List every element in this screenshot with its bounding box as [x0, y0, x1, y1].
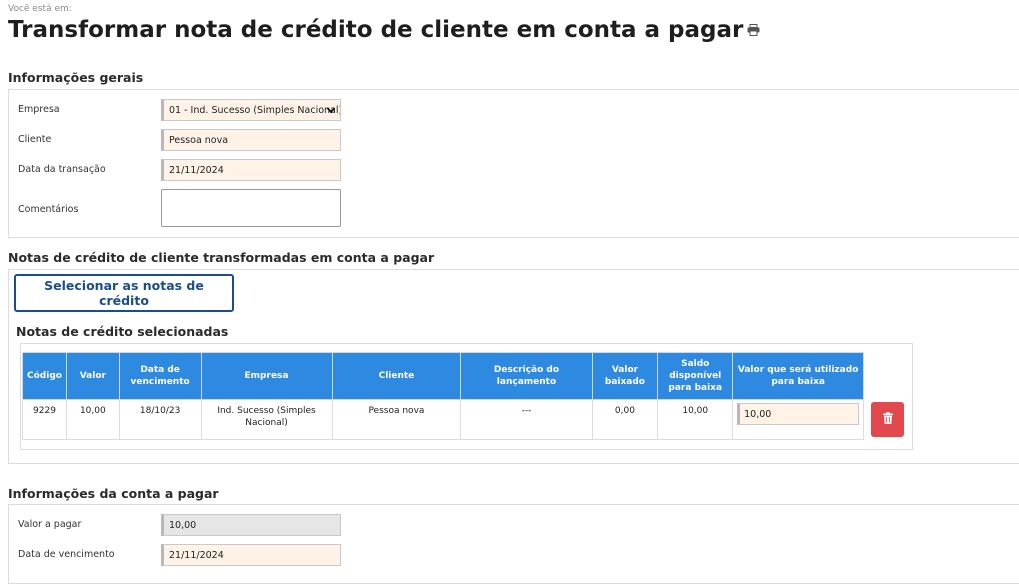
vencimento-label: Data de vencimento — [18, 549, 115, 560]
cell-valor-utilizado: 10,00 — [732, 399, 865, 440]
cliente-label: Cliente — [18, 134, 52, 145]
payable-section-title: Informações da conta a pagar — [8, 486, 219, 501]
vencimento-row: Data de vencimento 21/11/2024 — [18, 544, 1019, 566]
delete-row-button[interactable] — [871, 402, 905, 437]
cell-cliente: Pessoa nova — [331, 399, 462, 440]
col-header-empresa: Empresa — [200, 352, 333, 400]
select-credit-notes-button[interactable]: Selecionar as notas de crédito — [14, 274, 234, 312]
cell-vencimento: 18/10/23 — [118, 399, 202, 440]
general-panel: Empresa 01 - Ind. Sucesso (Simples Nacio… — [8, 89, 1019, 238]
col-header-cliente: Cliente — [331, 352, 462, 400]
cell-empresa: Ind. Sucesso (Simples Nacional) — [200, 399, 333, 440]
col-header-vencimento: Data de vencimento — [118, 352, 202, 400]
col-header-valor-baixado: Valor baixado — [591, 352, 659, 400]
cell-valor: 10,00 — [65, 399, 120, 440]
payable-panel: Valor a pagar 10,00 Data de vencimento 2… — [8, 504, 1019, 584]
empresa-select[interactable]: 01 - Ind. Sucesso (Simples Nacional) — [161, 99, 341, 121]
col-header-valor: Valor — [65, 352, 120, 400]
cliente-input[interactable]: Pessoa nova — [161, 129, 341, 151]
empresa-label: Empresa — [18, 104, 60, 115]
breadcrumb: Você está em: — [8, 4, 72, 14]
data-transacao-label: Data da transação — [18, 164, 106, 175]
valor-pagar-label: Valor a pagar — [18, 519, 82, 530]
cell-codigo: 9229 — [22, 399, 67, 440]
col-header-actions — [863, 352, 912, 400]
data-transacao-row: Data da transação 21/11/2024 — [18, 159, 1019, 181]
valor-pagar-row: Valor a pagar 10,00 — [18, 514, 1019, 536]
notes-panel: Selecionar as notas de crédito Notas de … — [8, 269, 1019, 464]
col-header-valor-utilizado: Valor que será utilizado para baixa — [732, 352, 865, 400]
selected-notes-title: Notas de crédito selecionadas — [16, 324, 229, 339]
trash-icon — [882, 411, 893, 428]
selected-notes-table: Código Valor Data de vencimento Empresa … — [22, 352, 912, 440]
comentarios-label: Comentários — [18, 204, 79, 215]
empresa-select-value: 01 - Ind. Sucesso (Simples Nacional) — [169, 105, 341, 116]
vencimento-input[interactable]: 21/11/2024 — [161, 544, 341, 566]
chevron-down-icon — [326, 105, 336, 118]
col-header-codigo: Código — [22, 352, 67, 400]
valor-utilizado-input[interactable]: 10,00 — [737, 403, 860, 425]
cell-valor-baixado: 0,00 — [591, 399, 659, 440]
empresa-row: Empresa 01 - Ind. Sucesso (Simples Nacio… — [18, 99, 1019, 121]
notes-section-title: Notas de crédito de cliente transformada… — [8, 250, 435, 265]
col-header-saldo: Saldo disponível para baixa — [657, 352, 734, 400]
page-title: Transformar nota de crédito de cliente e… — [8, 17, 760, 44]
cell-actions — [864, 400, 912, 440]
table-header-row: Código Valor Data de vencimento Empresa … — [22, 352, 912, 400]
col-header-descricao: Descrição do lançamento — [460, 352, 593, 400]
cliente-row: Cliente Pessoa nova — [18, 129, 1019, 151]
table-row: 9229 10,00 18/10/23 Ind. Sucesso (Simple… — [22, 399, 912, 440]
print-icon[interactable] — [747, 16, 760, 42]
page-title-text: Transformar nota de crédito de cliente e… — [8, 17, 744, 43]
general-section-title: Informações gerais — [8, 70, 144, 85]
data-transacao-input[interactable]: 21/11/2024 — [161, 159, 341, 181]
cell-descricao: --- — [460, 399, 593, 440]
comentarios-row: Comentários — [18, 189, 1019, 227]
valor-pagar-field: 10,00 — [161, 514, 341, 536]
cell-saldo: 10,00 — [657, 399, 734, 440]
comentarios-textarea[interactable] — [161, 189, 341, 227]
selected-notes-table-container: Código Valor Data de vencimento Empresa … — [20, 343, 913, 450]
